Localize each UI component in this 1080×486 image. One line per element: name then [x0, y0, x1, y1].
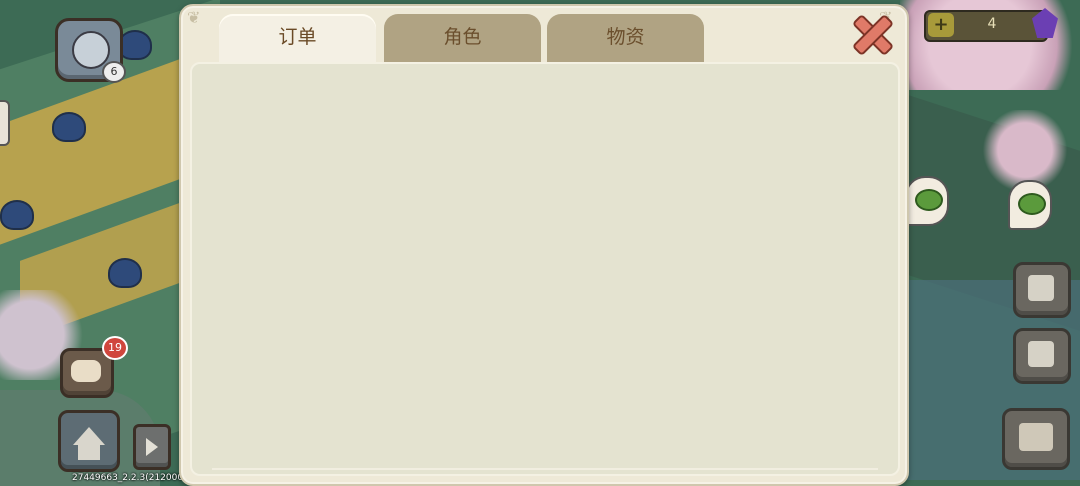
chat-icon	[71, 360, 101, 382]
chat-unread-badge: 19	[102, 336, 128, 360]
order-panel: ❦ ❦ ❧ ❧ 订单 角色 物资	[179, 4, 909, 486]
expand-button[interactable]	[133, 424, 171, 470]
content-divider	[212, 468, 878, 470]
tab-characters[interactable]: 角色	[384, 14, 541, 66]
home-icon	[73, 427, 105, 445]
tab-supplies[interactable]: 物资	[547, 14, 704, 66]
quest-bubble[interactable]	[905, 176, 949, 226]
chest-button[interactable]	[1002, 408, 1070, 470]
pot-decoration	[0, 200, 34, 230]
leaf-quest-icon	[1018, 193, 1046, 215]
cherry-tree-small	[980, 110, 1070, 190]
quest-bubble[interactable]	[1008, 180, 1052, 230]
close-button[interactable]	[851, 13, 895, 57]
add-resource-button[interactable]: +	[928, 13, 954, 37]
resource-bar: + 4	[924, 10, 1048, 42]
chest-icon	[1019, 423, 1053, 451]
tab-content-area	[190, 62, 900, 476]
player-avatar-button[interactable]: 6	[55, 18, 126, 83]
corner-ornament: ❦	[187, 8, 201, 27]
pot-decoration	[118, 30, 152, 60]
tab-orders[interactable]: 订单	[219, 14, 376, 66]
home-icon-body	[78, 444, 100, 460]
left-drawer-handle[interactable]	[0, 100, 10, 146]
book-icon	[1028, 275, 1054, 301]
home-button[interactable]	[58, 410, 120, 472]
play-icon	[146, 438, 158, 456]
handbook-button[interactable]	[1013, 262, 1071, 318]
resource-value: 4	[987, 16, 997, 32]
leaf-quest-icon	[915, 189, 943, 211]
avatar-level-badge: 6	[102, 61, 126, 83]
crown-avatar-icon	[72, 31, 110, 69]
pot-decoration	[52, 112, 86, 142]
checklist-icon	[1028, 341, 1054, 367]
pot-decoration	[108, 258, 142, 288]
tasks-button[interactable]	[1013, 328, 1071, 384]
